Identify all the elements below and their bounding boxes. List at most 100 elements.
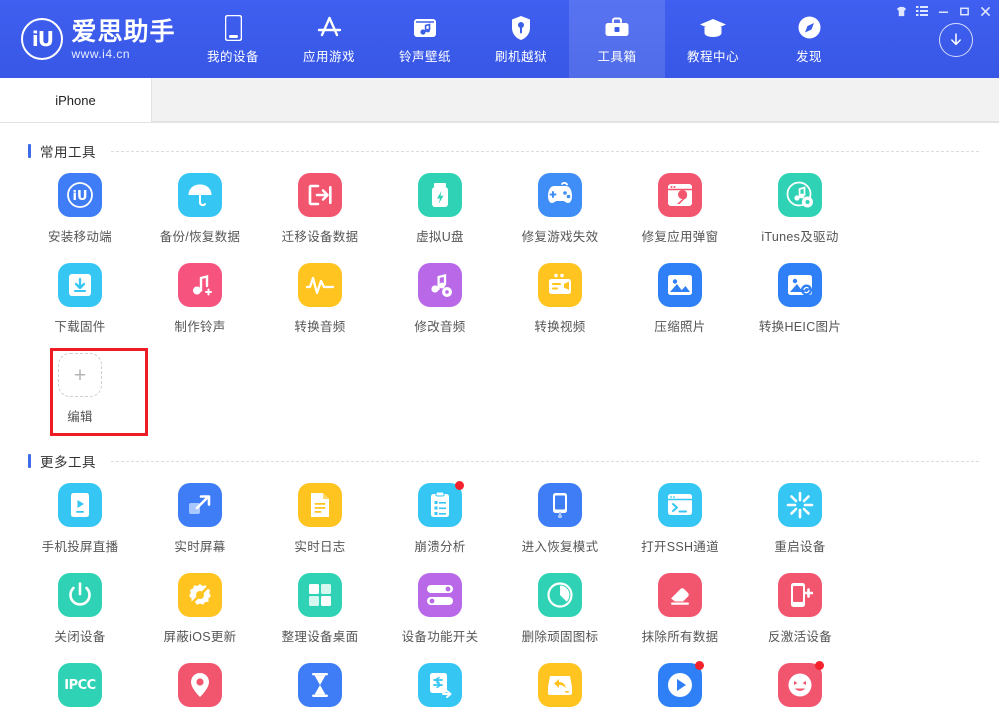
tool-crack-time-limit[interactable]: 破解时间限额: [260, 653, 380, 718]
common-tools-grid: iU 安装移动端 备份/恢复数据 迁移设备数据 虚拟U盘 修复游戏失效 修复应用…: [20, 163, 979, 436]
section-accent-bar: [28, 454, 31, 468]
app-header: iU 爱思助手 www.i4.cn 我的设备 应用游戏 铃声壁纸 刷机越狱 工具…: [0, 0, 999, 78]
tool-block-ios-update[interactable]: 屏蔽iOS更新: [140, 563, 260, 653]
tool-virtual-location[interactable]: 虚拟定位: [140, 653, 260, 718]
brand-url: www.i4.cn: [71, 46, 131, 61]
nav-item-my-device[interactable]: 我的设备: [185, 0, 281, 78]
tool-recovery-mode[interactable]: 进入恢复模式: [500, 473, 620, 563]
phone-icon: [224, 14, 242, 42]
nav-label: 发现: [795, 49, 822, 64]
skin-icon[interactable]: [891, 3, 911, 19]
nav-label: 教程中心: [686, 49, 739, 64]
tool-label: 修复游戏失效: [521, 230, 599, 244]
tool-migrate-data[interactable]: 迁移设备数据: [260, 163, 380, 253]
migrate-icon: [298, 173, 342, 217]
nav-label: 刷机越狱: [494, 49, 547, 64]
tool-power-off[interactable]: 关闭设备: [20, 563, 140, 653]
appstore-icon: [316, 14, 343, 42]
tool-label: 制作铃声: [174, 320, 226, 334]
tool-itunes-driver[interactable]: iTunes及驱动: [740, 163, 860, 253]
notification-badge: [815, 661, 824, 670]
menu-icon[interactable]: [912, 3, 932, 19]
tool-screen-cast[interactable]: 手机投屏直播: [20, 473, 140, 563]
audio-edit-icon: [418, 263, 462, 307]
main-nav: 我的设备 应用游戏 铃声壁纸 刷机越狱 工具箱 教程中心 发现: [185, 0, 857, 78]
tool-crash-analysis[interactable]: 崩溃分析: [380, 473, 500, 563]
tool-edit-audio[interactable]: 修改音频: [380, 253, 500, 343]
tool-label: 实时屏幕: [174, 540, 226, 554]
tool-label: 备份/恢复数据: [159, 230, 241, 244]
tool-realtime-log[interactable]: 实时日志: [260, 473, 380, 563]
tab-iphone[interactable]: iPhone: [0, 78, 152, 122]
brand-mark-text: iU: [31, 27, 54, 51]
tool-convert-audio[interactable]: 转换音频: [260, 253, 380, 343]
tool-compress-photo[interactable]: 压缩照片: [620, 253, 740, 343]
device-tabstrip: iPhone: [0, 78, 999, 123]
player-icon: [658, 661, 704, 707]
tool-organize-desktop[interactable]: 整理设备桌面: [260, 563, 380, 653]
tool-label: 屏蔽iOS更新: [163, 630, 237, 644]
tool-aisi-player[interactable]: 爱思播放器: [620, 653, 740, 718]
tool-realtime-screen[interactable]: 实时屏幕: [140, 473, 260, 563]
tool-label: 进入恢复模式: [521, 540, 599, 554]
tool-label: 迁移设备数据: [281, 230, 359, 244]
skip-setup-icon: [418, 663, 462, 707]
tool-skip-setup[interactable]: 跳过设置向导: [380, 653, 500, 718]
jailbreak-icon: [510, 14, 532, 42]
tool-label: 整理设备桌面: [281, 630, 359, 644]
tool-update-ipcc[interactable]: IPCC 更新IPCC文件: [20, 653, 140, 718]
nav-item-toolbox[interactable]: 工具箱: [569, 0, 665, 78]
tool-open-ssh[interactable]: 打开SSH通道: [620, 473, 740, 563]
tool-label: 设备功能开关: [401, 630, 479, 644]
nav-item-discover[interactable]: 发现: [761, 0, 857, 78]
close-icon[interactable]: [975, 3, 995, 19]
tool-delete-stubborn-icon[interactable]: 删除顽固图标: [500, 563, 620, 653]
nav-item-tutorials[interactable]: 教程中心: [665, 0, 761, 78]
emoji-maker-icon: [778, 661, 824, 707]
nav-label: 我的设备: [206, 49, 259, 64]
backup-boot-icon: [538, 663, 582, 707]
nav-item-apps-games[interactable]: 应用游戏: [281, 0, 377, 78]
tool-emoji-maker[interactable]: 表情制作: [740, 653, 860, 718]
minimize-icon[interactable]: [933, 3, 953, 19]
section-title: 更多工具: [40, 455, 96, 470]
hourglass-icon: [298, 663, 342, 707]
restart-icon: [778, 483, 822, 527]
plus-icon[interactable]: +: [58, 353, 102, 397]
tool-fix-app-popup[interactable]: 修复应用弹窗: [620, 163, 740, 253]
nav-item-flash-jailbreak[interactable]: 刷机越狱: [473, 0, 569, 78]
maximize-icon[interactable]: [954, 3, 974, 19]
tool-edit[interactable]: + 编辑: [20, 343, 148, 436]
nav-item-ringtones-wallpapers[interactable]: 铃声壁纸: [377, 0, 473, 78]
download-circle-icon[interactable]: [939, 23, 973, 57]
tool-fix-game[interactable]: 修复游戏失效: [500, 163, 620, 253]
tool-label: 抹除所有数据: [641, 630, 719, 644]
tool-deactivate-device[interactable]: 反激活设备: [740, 563, 860, 653]
tool-restart-device[interactable]: 重启设备: [740, 473, 860, 563]
tool-label: 编辑: [67, 410, 93, 424]
tool-device-toggles[interactable]: 设备功能开关: [380, 563, 500, 653]
ringtone-icon: [413, 14, 437, 42]
brand-name: 爱思助手: [71, 16, 176, 46]
tool-convert-video[interactable]: 转换视频: [500, 253, 620, 343]
tool-erase-all-data[interactable]: 抹除所有数据: [620, 563, 740, 653]
tool-label: 手机投屏直播: [41, 540, 119, 554]
nav-label: 应用游戏: [302, 49, 355, 64]
tool-convert-heic[interactable]: 转换HEIC图片: [740, 253, 860, 343]
tool-download-firmware[interactable]: 下载固件: [20, 253, 140, 343]
section-header-more-tools: 更多工具: [20, 433, 979, 473]
tool-install-mobile[interactable]: iU 安装移动端: [20, 163, 140, 253]
tool-make-ringtone[interactable]: 制作铃声: [140, 253, 260, 343]
tool-backup-boot-data[interactable]: 备份引导区数据: [500, 653, 620, 718]
notification-badge: [695, 661, 704, 670]
tool-virtual-usb[interactable]: 虚拟U盘: [380, 163, 500, 253]
nav-label: 工具箱: [597, 49, 637, 64]
tool-label: 崩溃分析: [414, 540, 466, 554]
aisi-app-icon: iU: [58, 173, 102, 217]
tool-label: 下载固件: [54, 320, 106, 334]
ipcc-icon: IPCC: [58, 663, 102, 707]
toolbox-content: 常用工具 iU 安装移动端 备份/恢复数据 迁移设备数据 虚拟U盘 修复游戏失效…: [0, 123, 999, 718]
section-divider: [111, 460, 979, 462]
notification-badge: [455, 481, 464, 490]
tool-backup-restore[interactable]: 备份/恢复数据: [140, 163, 260, 253]
